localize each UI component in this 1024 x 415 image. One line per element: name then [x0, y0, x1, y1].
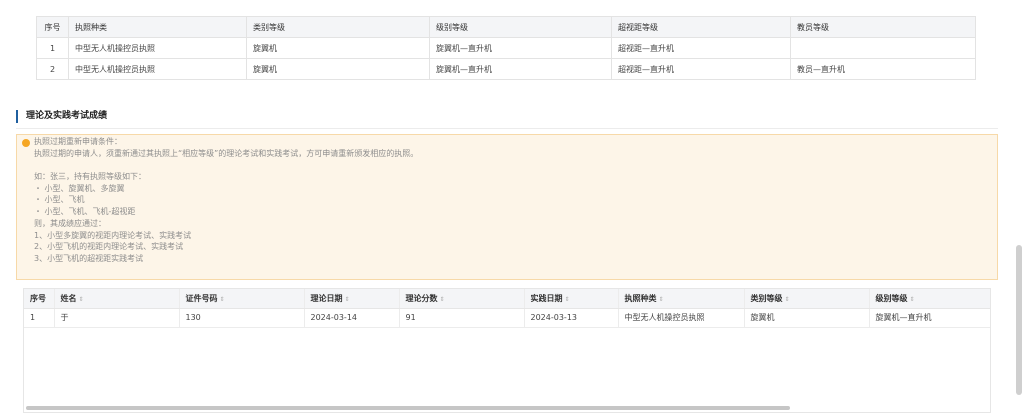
- column-header-id-number[interactable]: 证件号码 ⇕: [179, 289, 305, 309]
- sort-icon[interactable]: ⇕: [220, 296, 225, 303]
- table-cell: 超视距—直升机: [611, 58, 791, 80]
- notice-line: 则，其成绩应通过：: [34, 218, 106, 228]
- table-cell: 130: [179, 308, 305, 328]
- table-cell: 旋翼机: [246, 58, 430, 80]
- column-header-label: 理论分数: [405, 293, 438, 303]
- column-header-label: 理论日期: [310, 293, 343, 303]
- table-cell: 91: [399, 308, 525, 328]
- table-cell: 中型无人机操控员执照: [68, 58, 247, 80]
- notice-line: 执照过期的申请人，须重新通过其执照上“相应等级”的理论考试和实践考试，方可申请重…: [34, 148, 419, 158]
- column-header-label: 证件号码: [185, 293, 218, 303]
- notice-line: 如：张三，持有执照等级如下：: [34, 172, 146, 182]
- column-header-theory-score[interactable]: 理论分数 ⇕: [399, 289, 525, 309]
- table-cell: 1: [24, 308, 55, 328]
- column-header-label: 序号: [30, 293, 46, 303]
- column-header-category-level: 类别等级: [246, 16, 430, 38]
- table-row: 1 中型无人机操控员执照 旋翼机 旋翼机—直升机 超视距—直升机: [36, 37, 976, 59]
- column-header-theory-date[interactable]: 理论日期 ⇕: [304, 289, 400, 309]
- notice-line: 执照过期重新申请条件：: [34, 137, 122, 146]
- table-row: 2 中型无人机操控员执照 旋翼机 旋翼机—直升机 超视距—直升机 教员—直升机: [36, 58, 976, 80]
- notice-line: ・ 小型、飞机: [34, 195, 85, 205]
- table-cell: 1: [36, 37, 69, 59]
- sort-icon[interactable]: ⇕: [910, 296, 915, 303]
- notice-box: 执照过期重新申请条件： 执照过期的申请人，须重新通过其执照上“相应等级”的理论考…: [16, 134, 998, 280]
- column-header-practice-date[interactable]: 实践日期 ⇕: [524, 289, 619, 309]
- sort-icon[interactable]: ⇕: [79, 296, 84, 303]
- notice-line: ・ 小型、飞机、飞机-超视距: [34, 207, 136, 217]
- table-cell: 中型无人机操控员执照: [68, 37, 247, 59]
- score-table: 序号 姓名 ⇕ 证件号码 ⇕ 理论日期 ⇕ 理论分数 ⇕ 实践日期 ⇕ 执照种类 ⇕ 类别等…: [24, 289, 990, 328]
- notice-line: 2、小型飞机的视距内理论考试、实践考试: [34, 242, 184, 252]
- table-cell: [790, 37, 976, 59]
- table-cell: 旋翼机: [246, 37, 430, 59]
- sort-icon[interactable]: ⇕: [785, 296, 790, 303]
- table-cell: 旋翼机—直升机: [429, 37, 612, 59]
- table-cell: 超视距—直升机: [611, 37, 791, 59]
- license-table: 序号 执照种类 类别等级 级别等级 超视距等级 教员等级 1 中型无人机操控员执…: [36, 16, 976, 80]
- column-header-instructor-level: 教员等级: [790, 16, 976, 38]
- notice-line: 3、小型飞机的超视距实践考试: [34, 253, 144, 263]
- table-cell: 中型无人机操控员执照: [618, 308, 745, 328]
- column-header-license-type[interactable]: 执照种类 ⇕: [618, 289, 745, 309]
- sort-icon[interactable]: ⇕: [345, 296, 350, 303]
- column-header-class-level: 级别等级: [429, 16, 612, 38]
- vertical-scrollbar[interactable]: [1016, 245, 1022, 395]
- score-table-container: 序号 姓名 ⇕ 证件号码 ⇕ 理论日期 ⇕ 理论分数 ⇕ 实践日期 ⇕ 执照种类 ⇕ 类别等…: [23, 288, 991, 413]
- column-header-label: 姓名: [60, 293, 77, 303]
- license-table-header: 序号 执照种类 类别等级 级别等级 超视距等级 教员等级: [36, 16, 976, 38]
- column-header-class-level[interactable]: 级别等级 ⇕: [869, 289, 990, 309]
- section-divider: [16, 128, 998, 129]
- table-cell: 2024-03-13: [524, 308, 619, 328]
- notice-line: 1、小型多旋翼的视距内理论考试、实践考试: [34, 230, 192, 240]
- table-cell: 教员—直升机: [790, 58, 976, 80]
- column-header-label: 实践日期: [530, 293, 563, 303]
- table-cell: 旋翼机—直升机: [429, 58, 612, 80]
- notice-line: [34, 159, 997, 171]
- sort-icon[interactable]: ⇕: [440, 296, 445, 303]
- column-header-label: 级别等级: [875, 293, 908, 303]
- notice-line: ・ 小型、旋翼机、多旋翼: [34, 183, 125, 193]
- column-header-category-level[interactable]: 类别等级 ⇕: [744, 289, 870, 309]
- column-header-name[interactable]: 姓名 ⇕: [54, 289, 180, 309]
- sort-icon[interactable]: ⇕: [565, 296, 570, 303]
- score-table-header: 序号 姓名 ⇕ 证件号码 ⇕ 理论日期 ⇕ 理论分数 ⇕ 实践日期 ⇕ 执照种类 ⇕ 类别等…: [24, 289, 990, 309]
- warning-icon: [22, 139, 30, 147]
- table-row[interactable]: 1 于 130 2024-03-14 91 2024-03-13 中型无人机操控…: [24, 308, 990, 328]
- sort-icon[interactable]: ⇕: [659, 296, 664, 303]
- column-header-label: 执照种类: [624, 293, 657, 303]
- table-cell: 旋翼机: [744, 308, 870, 328]
- column-header-label: 类别等级: [750, 293, 783, 303]
- section-title: 理论及实践考试成绩: [16, 110, 107, 123]
- table-cell: 于: [54, 308, 180, 328]
- column-header-license-type: 执照种类: [68, 16, 247, 38]
- table-cell: 2024-03-14: [304, 308, 400, 328]
- column-header-index: 序号: [36, 16, 69, 38]
- horizontal-scrollbar[interactable]: [26, 406, 790, 410]
- table-cell: 旋翼机—直升机: [869, 308, 990, 328]
- table-cell: 2: [36, 58, 69, 80]
- column-header-bvlos-level: 超视距等级: [611, 16, 791, 38]
- column-header-index: 序号: [24, 289, 55, 309]
